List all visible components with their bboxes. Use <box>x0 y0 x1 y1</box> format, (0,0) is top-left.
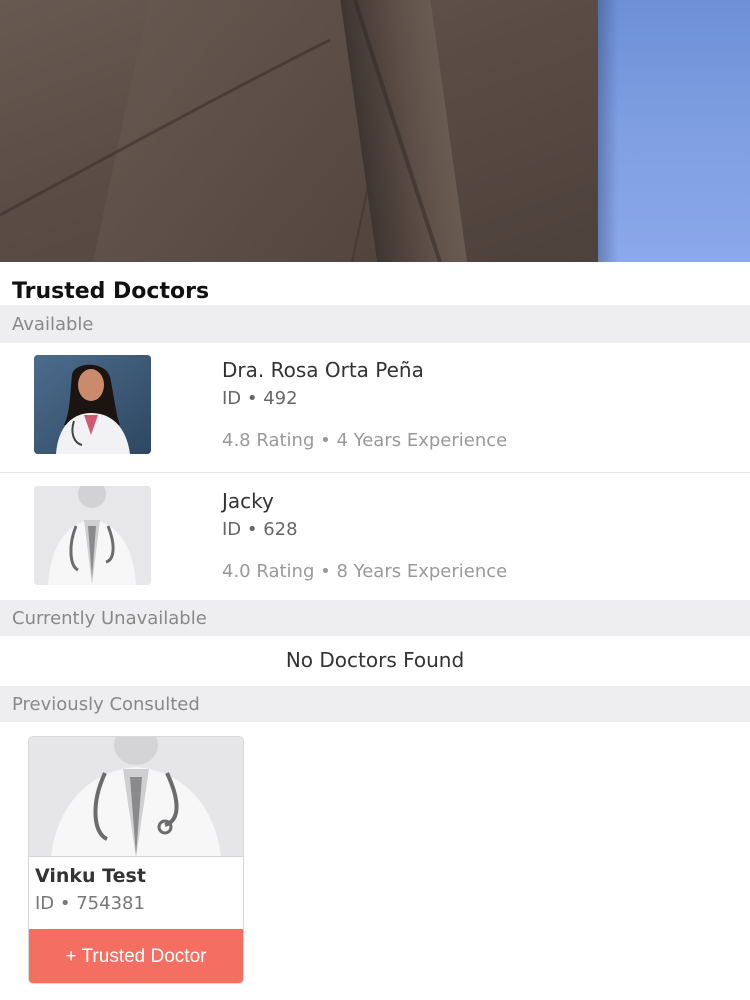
doctor-name: Jacky <box>222 489 274 513</box>
doctor-rating-experience: 4.0 Rating • 8 Years Experience <box>222 561 508 582</box>
doctor-id: ID • 492 <box>222 388 298 409</box>
doctor-female-photo <box>34 355 151 454</box>
doctor-row-jacky[interactable]: Jacky ID • 628 4.0 Rating • 8 Years Expe… <box>0 474 750 604</box>
doctor-id: ID • 754381 <box>35 893 145 914</box>
doctor-name: Vinku Test <box>35 865 146 887</box>
doctor-placeholder-icon <box>34 486 151 585</box>
empty-state-text: No Doctors Found <box>0 636 750 684</box>
doctor-id: ID • 628 <box>222 519 298 540</box>
doctor-name: Dra. Rosa Orta Peña <box>222 358 424 382</box>
section-header-previous: Previously Consulted <box>0 686 750 722</box>
section-header-unavailable: Currently Unavailable <box>0 600 750 636</box>
page-title: Trusted Doctors <box>12 279 210 304</box>
section-header-available: Available <box>0 305 750 343</box>
doctor-row-rosa[interactable]: Dra. Rosa Orta Peña ID • 492 4.8 Rating … <box>0 343 750 473</box>
hero-banner-image <box>0 0 750 262</box>
add-trusted-doctor-button[interactable]: + Trusted Doctor <box>29 929 243 983</box>
previous-doctor-card[interactable]: Vinku Test ID • 754381 + Trusted Doctor <box>28 736 244 984</box>
doctor-placeholder-icon <box>29 737 243 857</box>
doctor-rating-experience: 4.8 Rating • 4 Years Experience <box>222 430 508 451</box>
